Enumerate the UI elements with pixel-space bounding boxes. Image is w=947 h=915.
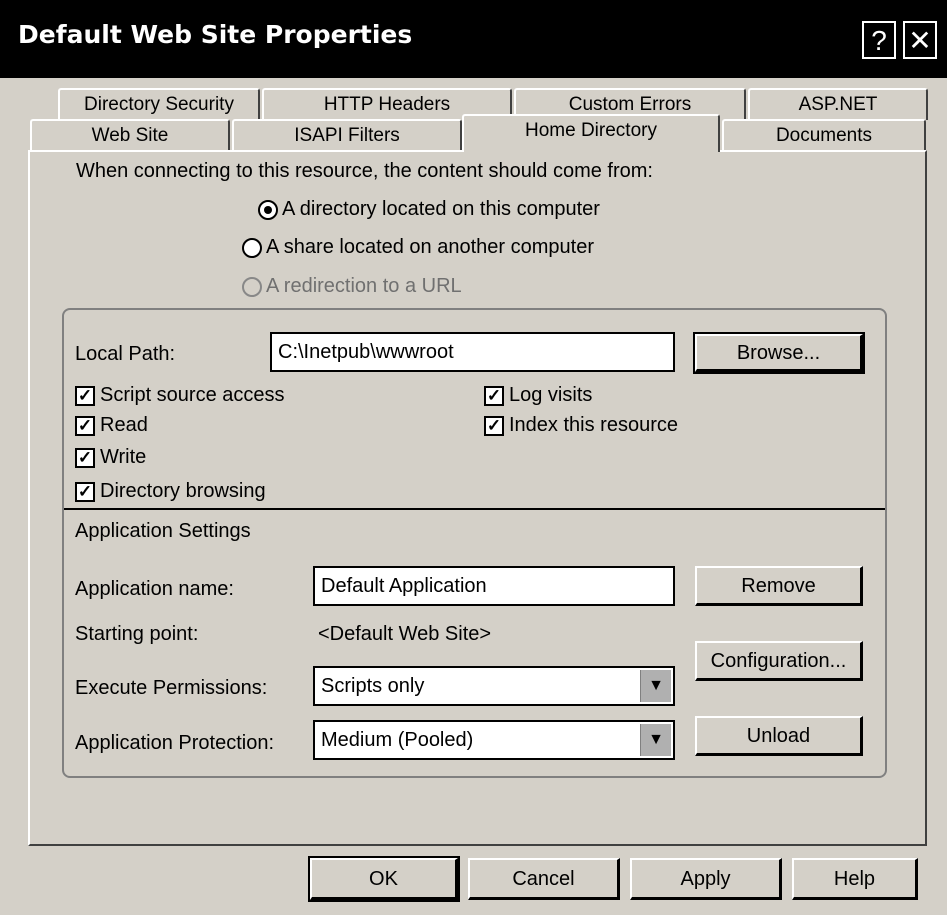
radio-button-icon — [242, 276, 262, 297]
apply-button[interactable]: Apply — [630, 858, 782, 900]
tab-web-site[interactable]: Web Site — [30, 119, 230, 151]
starting-point-label: Starting point: — [75, 623, 199, 645]
radio-button-icon[interactable] — [258, 199, 278, 220]
local-path-label: Local Path: — [75, 343, 176, 365]
starting-point-value: <Default Web Site> — [318, 623, 492, 645]
configuration-button[interactable]: Configuration... — [695, 641, 863, 681]
content-source-prompt: When connecting to this resource, the co… — [76, 160, 653, 182]
remove-button[interactable]: Remove — [695, 566, 863, 606]
help-button[interactable]: Help — [792, 858, 918, 900]
checkbox-check-icon[interactable]: ✓ — [75, 385, 95, 406]
checkbox-check-icon[interactable]: ✓ — [484, 415, 504, 436]
checkbox-log-visits[interactable]: ✓ Log visits — [484, 384, 592, 407]
checkbox-label: Write — [100, 446, 147, 468]
help-icon[interactable]: ? — [862, 21, 896, 59]
radio-url-redirection: A redirection to a URL — [242, 275, 462, 298]
close-icon[interactable]: ✕ — [903, 21, 937, 59]
execute-permissions-value: Scripts only — [321, 675, 425, 697]
application-settings-label: Application Settings — [75, 520, 251, 542]
radio-label: A redirection to a URL — [266, 275, 462, 297]
radio-local-directory[interactable]: A directory located on this computer — [258, 198, 600, 221]
ok-button[interactable]: OK — [308, 856, 460, 902]
window-title: Default Web Site Properties — [18, 20, 413, 49]
tab-home-directory[interactable]: Home Directory — [462, 114, 720, 152]
checkbox-check-icon[interactable]: ✓ — [75, 447, 95, 468]
application-protection-select[interactable]: Medium (Pooled) ▼ — [313, 720, 675, 760]
checkbox-label: Index this resource — [509, 414, 678, 436]
chevron-down-icon[interactable]: ▼ — [640, 670, 671, 702]
checkbox-write[interactable]: ✓ Write — [75, 446, 146, 469]
radio-button-icon[interactable] — [242, 237, 262, 258]
tab-isapi-filters[interactable]: ISAPI Filters — [232, 119, 462, 151]
application-protection-label: Application Protection: — [75, 732, 275, 754]
radio-network-share[interactable]: A share located on another computer — [242, 236, 594, 259]
tab-directory-security[interactable]: Directory Security — [58, 88, 260, 120]
settings-group-box — [62, 308, 887, 778]
application-protection-value: Medium (Pooled) — [321, 729, 474, 751]
execute-permissions-select[interactable]: Scripts only ▼ — [313, 666, 675, 706]
unload-button[interactable]: Unload — [695, 716, 863, 756]
local-path-field[interactable]: C:\Inetpub\wwwroot — [270, 332, 675, 372]
checkbox-read[interactable]: ✓ Read — [75, 414, 148, 437]
checkbox-label: Read — [100, 414, 148, 436]
checkbox-check-icon[interactable]: ✓ — [484, 385, 504, 406]
checkbox-script-source-access[interactable]: ✓ Script source access — [75, 384, 285, 407]
checkbox-directory-browsing[interactable]: ✓ Directory browsing — [75, 480, 266, 503]
tab-documents[interactable]: Documents — [722, 119, 926, 151]
execute-permissions-label: Execute Permissions: — [75, 677, 268, 699]
section-divider — [64, 508, 885, 510]
application-name-label: Application name: — [75, 578, 234, 600]
checkbox-index-resource[interactable]: ✓ Index this resource — [484, 414, 678, 437]
checkbox-check-icon[interactable]: ✓ — [75, 415, 95, 436]
checkbox-label: Log visits — [509, 384, 593, 406]
title-bar: Default Web Site Properties ? ✕ — [0, 0, 947, 78]
radio-label: A directory located on this computer — [282, 198, 600, 220]
browse-button[interactable]: Browse... — [693, 332, 865, 374]
chevron-down-icon[interactable]: ▼ — [640, 724, 671, 756]
checkbox-label: Script source access — [100, 384, 285, 406]
tab-asp-net[interactable]: ASP.NET — [748, 88, 928, 120]
checkbox-label: Directory browsing — [100, 480, 266, 502]
radio-label: A share located on another computer — [266, 236, 594, 258]
application-name-field[interactable]: Default Application — [313, 566, 675, 606]
checkbox-check-icon[interactable]: ✓ — [75, 481, 95, 502]
cancel-button[interactable]: Cancel — [468, 858, 620, 900]
